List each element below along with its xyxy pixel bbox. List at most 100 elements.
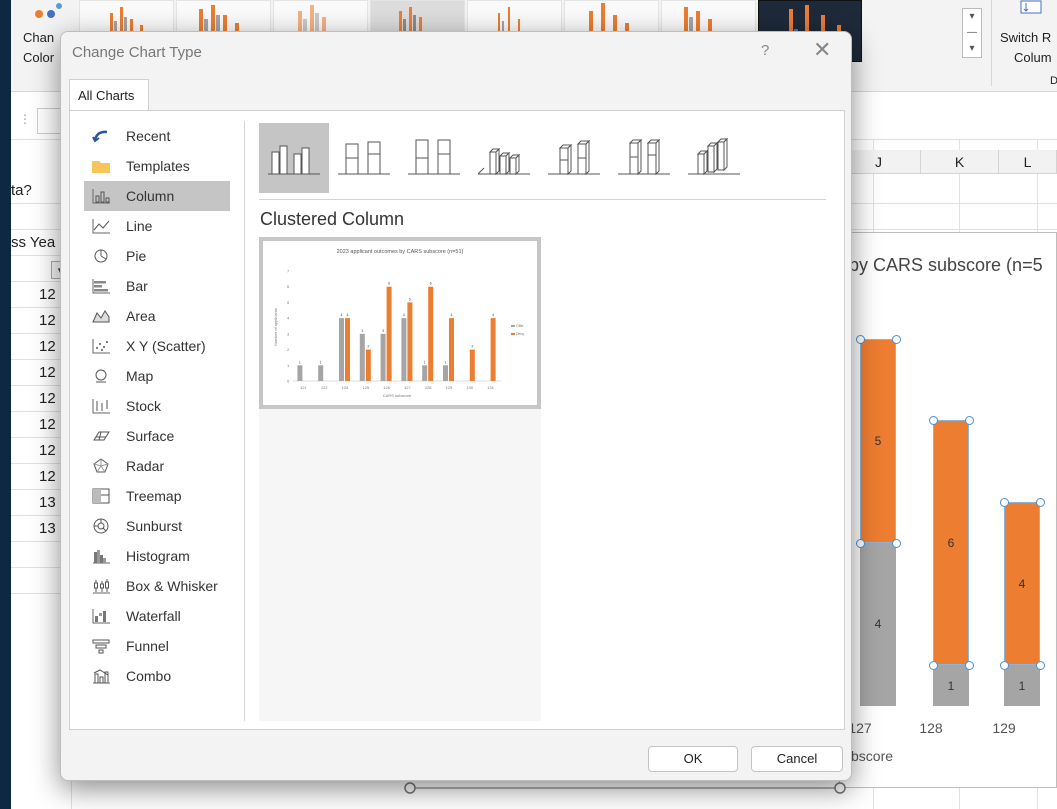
category-line[interactable]: Line xyxy=(84,211,230,241)
cell[interactable]: 12 xyxy=(39,360,56,386)
preview-bar xyxy=(407,302,413,381)
help-button[interactable]: ? xyxy=(761,42,769,59)
category-label: Waterfall xyxy=(126,608,181,624)
ok-button[interactable]: OK xyxy=(648,746,738,772)
dialog-title: Change Chart Type xyxy=(72,44,202,61)
category-templates[interactable]: Templates xyxy=(84,151,230,181)
category-waterfall[interactable]: Waterfall xyxy=(84,601,230,631)
preview-y-tick: 0 xyxy=(287,379,290,384)
subtype-title: Clustered Column xyxy=(260,209,405,229)
chart-resize-handles[interactable] xyxy=(400,778,850,798)
bar-segment-gray[interactable]: 1 xyxy=(1004,665,1040,706)
treemap-chart-icon xyxy=(90,487,112,505)
cell[interactable]: 12 xyxy=(39,308,56,334)
cell[interactable]: 12 xyxy=(39,438,56,464)
cell[interactable]: ta? xyxy=(11,178,32,204)
cell[interactable]: 12 xyxy=(39,282,56,308)
preview-bar xyxy=(428,286,434,381)
surface-chart-icon xyxy=(90,427,112,445)
switch-label-1: Switch R xyxy=(1000,30,1052,45)
preview-x-tick: 125 xyxy=(362,385,369,390)
column-header-k[interactable]: K xyxy=(921,150,999,174)
subtype-3d-clustered-column[interactable] xyxy=(469,123,539,193)
chart-category-list: Recent Templates Column Line Pie Bar Are… xyxy=(84,121,230,691)
preview-bar xyxy=(359,333,365,381)
change-colors-icon xyxy=(35,3,62,18)
bar-segment-gray[interactable]: 1 xyxy=(933,665,969,706)
category-label: Pie xyxy=(126,248,147,264)
subtype-3d-100-stacked-column[interactable] xyxy=(609,123,679,193)
category-label: Area xyxy=(126,308,156,324)
cell[interactable]: ss Yea xyxy=(11,230,55,256)
category-sunburst[interactable]: Sunburst xyxy=(84,511,230,541)
category-funnel[interactable]: Funnel xyxy=(84,631,230,661)
subtype-clustered-column[interactable] xyxy=(259,123,329,193)
preview-bar xyxy=(345,318,350,381)
selection-handle[interactable] xyxy=(856,334,865,344)
cell[interactable]: 12 xyxy=(39,386,56,412)
switch-row-column-button[interactable]: Switch R Colum D xyxy=(996,0,1057,87)
category-label: Recent xyxy=(126,128,171,144)
category-scatter[interactable]: X Y (Scatter) xyxy=(84,331,230,361)
bar-segment-orange[interactable]: 4 xyxy=(1004,502,1040,666)
cell[interactable]: 13 xyxy=(39,516,56,542)
category-label: Funnel xyxy=(126,638,169,654)
category-pie[interactable]: Pie xyxy=(84,241,230,271)
selection-handle[interactable] xyxy=(856,538,865,548)
category-area[interactable]: Area xyxy=(84,301,230,331)
preview-data-label: 5 xyxy=(409,297,411,301)
category-box-whisker[interactable]: Box & Whisker xyxy=(84,571,230,601)
category-column[interactable]: Column xyxy=(84,181,230,211)
bar-segment-orange[interactable]: 6 xyxy=(933,420,969,666)
cell[interactable]: 13 xyxy=(39,490,56,516)
category-radar[interactable]: Radar xyxy=(84,451,230,481)
category-map[interactable]: Map xyxy=(84,361,230,391)
category-label: Stock xyxy=(126,398,162,414)
subtype-3d-column[interactable] xyxy=(679,123,749,193)
category-stock[interactable]: Stock xyxy=(84,391,230,421)
close-button[interactable]: ✕ xyxy=(813,38,831,62)
preview-y-tick: 3 xyxy=(287,331,290,336)
selection-handle[interactable] xyxy=(892,334,901,344)
category-recent[interactable]: Recent xyxy=(84,121,230,151)
column-chart-icon xyxy=(90,187,112,205)
change-colors-label[interactable]: Chan xyxy=(23,27,54,49)
bar-chart-icon xyxy=(90,277,112,295)
preview-bar xyxy=(297,365,303,381)
preview-bar xyxy=(443,365,448,381)
cell[interactable]: 12 xyxy=(39,464,56,490)
bar-segment-orange[interactable]: 5 xyxy=(860,338,896,543)
subtype-3d-stacked-column[interactable] xyxy=(539,123,609,193)
bar-segment-gray[interactable]: 4 xyxy=(860,542,896,706)
radar-chart-icon xyxy=(90,457,112,475)
category-treemap[interactable]: Treemap xyxy=(84,481,230,511)
cell[interactable]: 12 xyxy=(39,412,56,438)
cancel-button[interactable]: Cancel xyxy=(751,746,843,772)
preview-data-label: 2 xyxy=(471,345,473,349)
preview-data-label: 3 xyxy=(382,329,384,333)
subtype-stacked-column[interactable] xyxy=(329,123,399,193)
category-label: Sunburst xyxy=(126,518,183,534)
category-surface[interactable]: Surface xyxy=(84,421,230,451)
selection-handle[interactable] xyxy=(1000,498,1009,507)
category-combo[interactable]: Combo xyxy=(84,661,230,691)
dialog-panel: Recent Templates Column Line Pie Bar Are… xyxy=(69,110,845,730)
column-header-l[interactable]: L xyxy=(999,150,1057,174)
category-histogram[interactable]: Histogram xyxy=(84,541,230,571)
tab-all-charts[interactable]: All Charts xyxy=(69,79,149,111)
folder-icon xyxy=(90,157,112,175)
chart-preview-area: 2023 applicant outcomes by CARS subscore… xyxy=(259,237,541,721)
3d-100-stacked-column-icon xyxy=(618,138,670,176)
selection-handle[interactable] xyxy=(892,538,901,548)
gallery-scroll[interactable]: ▾ ― ▾ xyxy=(962,8,982,58)
cell[interactable]: 12 xyxy=(39,334,56,360)
change-colors-label-2[interactable]: Color xyxy=(23,47,54,69)
subtype-100-stacked-column[interactable] xyxy=(399,123,469,193)
stacked-column-icon xyxy=(338,141,390,175)
selection-handle[interactable] xyxy=(1036,498,1045,507)
category-bar[interactable]: Bar xyxy=(84,271,230,301)
area-chart-icon xyxy=(90,307,112,325)
preview-legend-label: Offer xyxy=(516,324,525,328)
chart-preview[interactable]: 2023 applicant outcomes by CARS subscore… xyxy=(259,237,541,409)
preview-x-tick: 122 xyxy=(321,385,328,390)
